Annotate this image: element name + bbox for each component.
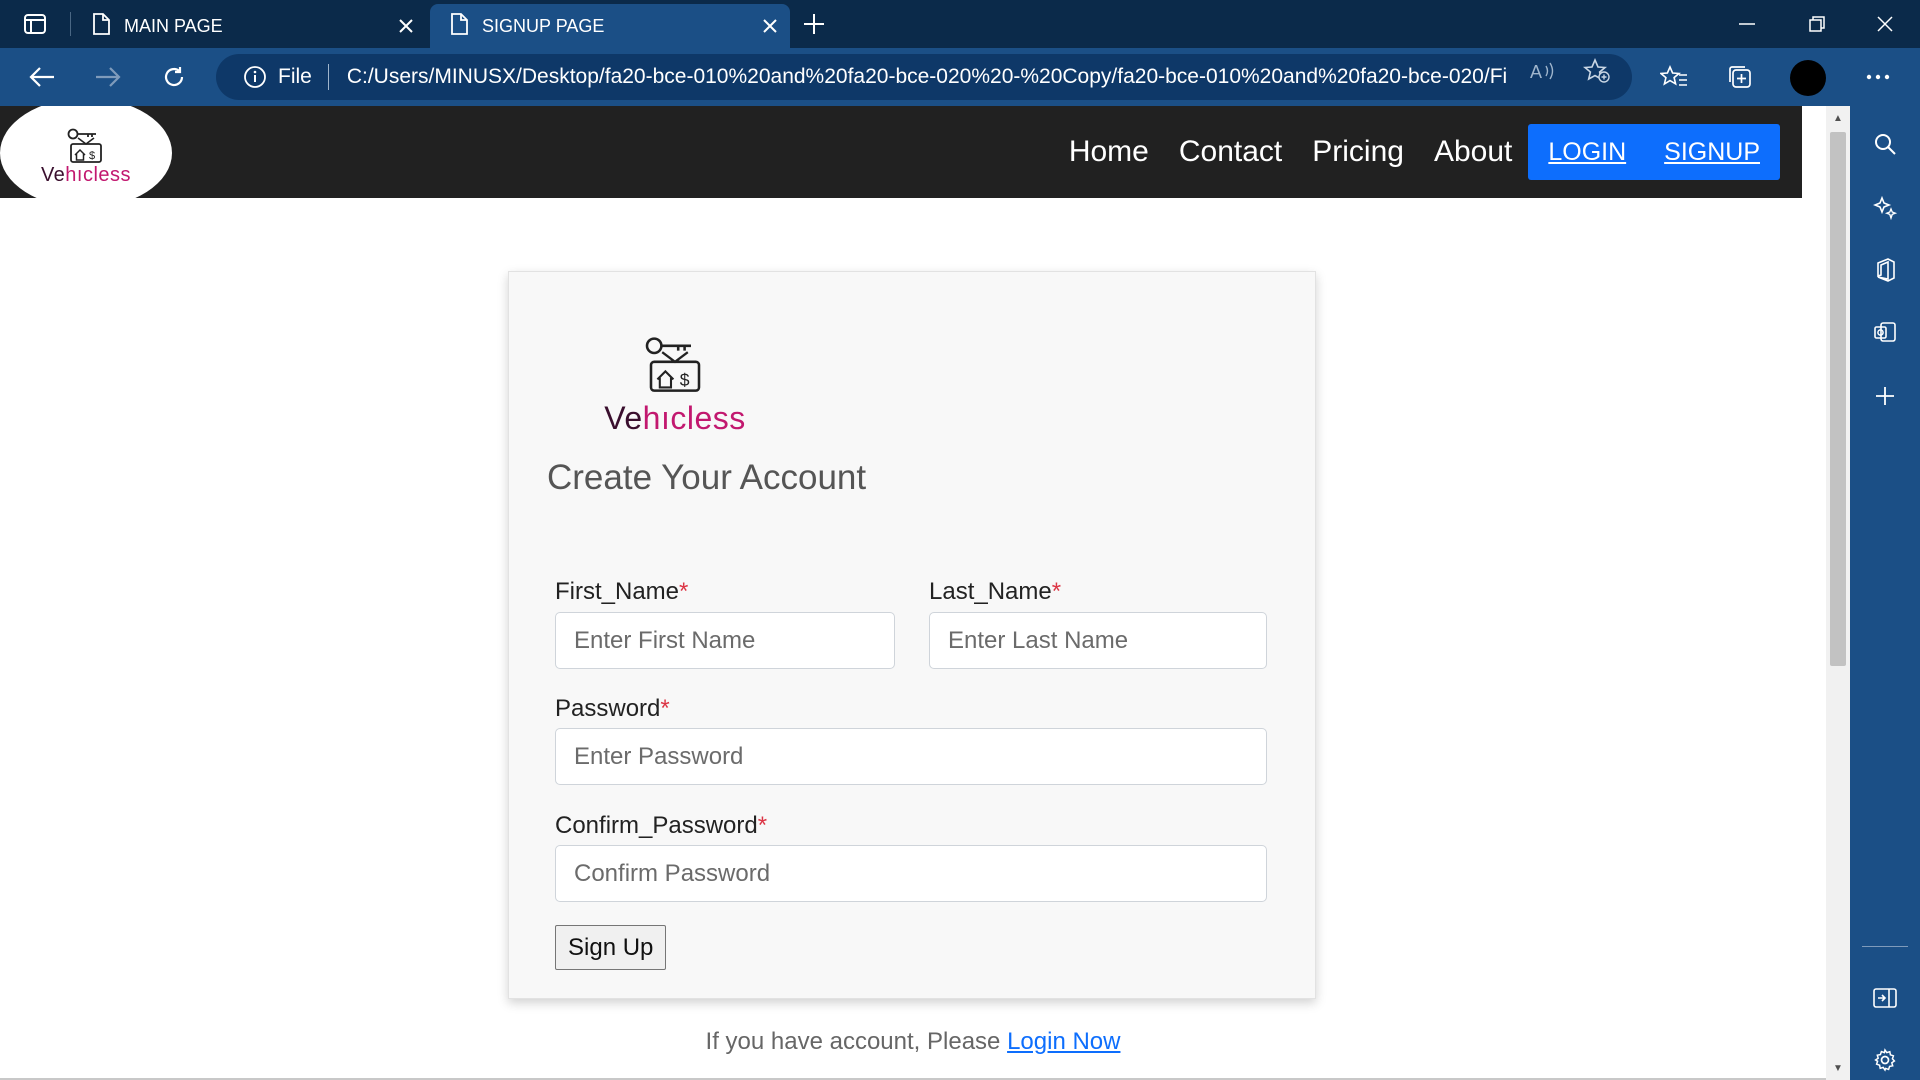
browser-toolbar: File C:/Users/MINUSX/Desktop/fa20-bce-01… (0, 48, 1920, 106)
brand-accent-h: h (642, 400, 661, 436)
password-label-text: Password (555, 695, 661, 722)
last-name-label-text: Last_Name (929, 578, 1052, 605)
scheme-label: File (278, 65, 312, 88)
required-mark: * (660, 695, 670, 722)
brand-prefix: Ve (40, 163, 66, 186)
add-icon[interactable] (1867, 378, 1903, 414)
site-navbar: $ Vehıcless Home Contact Pricing About L… (0, 106, 1802, 208)
svg-text:$: $ (89, 150, 95, 162)
page-title: Create Your Account (547, 458, 867, 497)
last-name-input[interactable] (929, 612, 1267, 669)
auth-links: LOGIN SIGNUP (1528, 124, 1780, 180)
settings-gear-icon[interactable] (1867, 1042, 1903, 1078)
nav-signup-link[interactable]: SIGNUP (1664, 138, 1760, 167)
restore-icon[interactable] (1782, 0, 1852, 48)
nav-login-link[interactable]: LOGIN (1548, 138, 1626, 167)
close-icon[interactable] (750, 6, 790, 46)
scroll-down-icon[interactable]: ▼ (1826, 1058, 1850, 1078)
collections-icon[interactable] (1720, 58, 1760, 96)
minimize-icon[interactable] (1712, 0, 1782, 48)
refresh-icon[interactable] (154, 58, 194, 96)
page-icon (92, 12, 110, 40)
brand-name: Vehıcless (41, 164, 131, 187)
login-now-link[interactable]: Login Now (1007, 1028, 1120, 1055)
page-scrollbar[interactable]: ▲ ▼ (1826, 106, 1850, 1080)
favorites-icon[interactable] (1654, 58, 1694, 96)
address-bar[interactable]: File C:/Users/MINUSX/Desktop/fa20-bce-01… (216, 54, 1632, 100)
edge-sidebar (1850, 106, 1920, 1080)
required-mark: * (679, 578, 689, 605)
brand-suffix: cless (670, 400, 746, 436)
forward-arrow-icon[interactable] (88, 58, 128, 96)
brand-accent-h: h (65, 163, 77, 186)
info-icon[interactable] (242, 64, 268, 90)
tab-label: MAIN PAGE (124, 15, 223, 36)
signup-card: $ Vehıcless Create Your Account First_Na… (508, 271, 1316, 999)
nav-home[interactable]: Home (1069, 135, 1149, 169)
nav-pricing[interactable]: Pricing (1312, 135, 1404, 169)
nav-links: Home Contact Pricing About LOGIN SIGNUP (1039, 124, 1780, 180)
add-favorite-icon[interactable] (1582, 58, 1612, 84)
url-text[interactable]: C:/Users/MINUSX/Desktop/fa20-bce-010%20a… (347, 65, 1507, 89)
first-name-input[interactable] (555, 612, 895, 669)
outlook-icon[interactable] (1867, 314, 1903, 350)
tab-signup-page[interactable]: SIGNUP PAGE (430, 4, 790, 48)
first-name-label: First_Name* (555, 578, 688, 606)
login-hint-text: If you have account, Please (705, 1028, 1008, 1055)
tab-separator (70, 12, 71, 36)
address-divider (327, 64, 329, 90)
login-hint: If you have account, Please Login Now (0, 1028, 1826, 1056)
svg-text:A: A (1530, 62, 1542, 82)
confirm-password-label: Confirm_Password* (555, 812, 767, 840)
scroll-up-icon[interactable]: ▲ (1826, 108, 1850, 128)
brand-suffix: cless (82, 163, 132, 186)
nav-about[interactable]: About (1434, 135, 1512, 169)
read-aloud-icon[interactable]: A (1528, 58, 1558, 84)
key-house-logo-icon: $ (645, 337, 701, 392)
copilot-sparkle-icon[interactable] (1867, 190, 1903, 226)
new-tab-icon[interactable] (796, 8, 832, 40)
office-icon[interactable] (1867, 252, 1903, 288)
scroll-thumb[interactable] (1830, 132, 1846, 666)
required-mark: * (757, 812, 768, 839)
hide-sidebar-icon[interactable] (1867, 980, 1903, 1016)
sidebar-divider (1862, 946, 1908, 947)
site-logo[interactable]: $ Vehıcless (0, 106, 172, 208)
back-arrow-icon[interactable] (22, 58, 62, 96)
brand-prefix: Ve (604, 400, 643, 436)
sign-up-button[interactable]: Sign Up (555, 925, 667, 970)
key-house-logo-icon: $ (67, 128, 102, 163)
brand-name: Vehıcless (604, 400, 745, 437)
first-name-label-text: First_Name (555, 578, 680, 605)
password-input[interactable] (555, 728, 1267, 785)
close-window-icon[interactable] (1850, 0, 1920, 48)
confirm-password-input[interactable] (555, 845, 1267, 902)
tab-main-page[interactable]: MAIN PAGE (72, 4, 426, 48)
more-options-icon[interactable] (1858, 58, 1898, 96)
card-logo: $ Vehıcless (595, 334, 755, 437)
last-name-label: Last_Name* (929, 578, 1061, 606)
browser-tabstrip: MAIN PAGE SIGNUP PAGE (0, 0, 1920, 48)
page-viewport: $ Vehıcless Home Contact Pricing About L… (0, 106, 1826, 1080)
svg-text:$: $ (680, 370, 690, 390)
profile-avatar[interactable] (1790, 60, 1826, 96)
search-icon[interactable] (1867, 126, 1903, 162)
brand-accent-i: ı (660, 400, 671, 436)
page-icon (450, 12, 468, 40)
tab-actions-icon[interactable] (18, 10, 52, 38)
close-icon[interactable] (386, 6, 426, 46)
password-label: Password* (555, 695, 670, 723)
tab-label: SIGNUP PAGE (482, 15, 605, 36)
nav-contact[interactable]: Contact (1179, 135, 1282, 169)
required-mark: * (1051, 578, 1062, 605)
confirm-password-label-text: Confirm_Password (555, 812, 758, 839)
